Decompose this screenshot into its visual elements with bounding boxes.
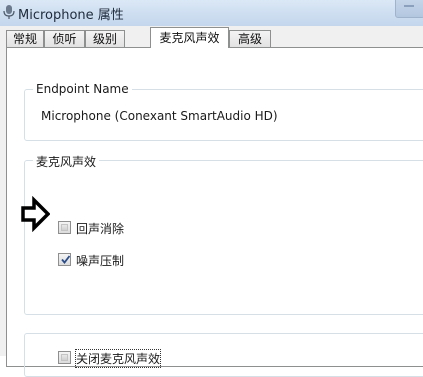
tab-strip: 常规 侦听 级别 麦克风声效 高级 <box>0 26 423 48</box>
tab-listen[interactable]: 侦听 <box>44 30 85 47</box>
checkbox-box <box>61 224 68 231</box>
noise-suppress-checkbox[interactable] <box>58 253 71 266</box>
window-title-bar[interactable]: Microphone 属性 <box>0 0 423 27</box>
echo-cancel-label[interactable]: 回声消除 <box>76 220 124 237</box>
tab-advanced[interactable]: 高级 <box>229 30 271 47</box>
window-title: Microphone 属性 <box>18 8 124 23</box>
disable-effects-group: 关闭麦克风声效 <box>24 333 423 377</box>
tab-levels[interactable]: 级别 <box>85 30 125 47</box>
checkmark-icon <box>61 255 71 264</box>
tab-general[interactable]: 常规 <box>6 30 44 47</box>
close-button[interactable] <box>395 0 423 18</box>
device-name: Microphone (Conexant SmartAudio HD) <box>41 109 278 123</box>
microphone-icon <box>2 4 16 20</box>
checkbox-box <box>61 354 68 361</box>
echo-cancel-checkbox[interactable] <box>58 221 71 234</box>
noise-suppress-label[interactable]: 噪声压制 <box>76 252 124 269</box>
endpoint-group: Endpoint Name Microphone (Conexant Smart… <box>24 82 423 141</box>
dialog-body: 常规 侦听 级别 麦克风声效 高级 Endpoint Name Micropho… <box>0 26 423 377</box>
mic-effects-group: 麦克风声效 回声消除 噪声压制 <box>24 153 423 315</box>
disable-effects-checkbox[interactable] <box>58 351 71 364</box>
tab-panel: Endpoint Name Microphone (Conexant Smart… <box>6 47 423 377</box>
tab-mic-effects[interactable]: 麦克风声效 <box>150 27 229 48</box>
mic-effects-group-title: 麦克风声效 <box>33 153 100 170</box>
disable-effects-label[interactable]: 关闭麦克风声效 <box>74 349 162 368</box>
right-arrow-icon <box>21 196 50 232</box>
endpoint-group-title: Endpoint Name <box>33 82 132 96</box>
